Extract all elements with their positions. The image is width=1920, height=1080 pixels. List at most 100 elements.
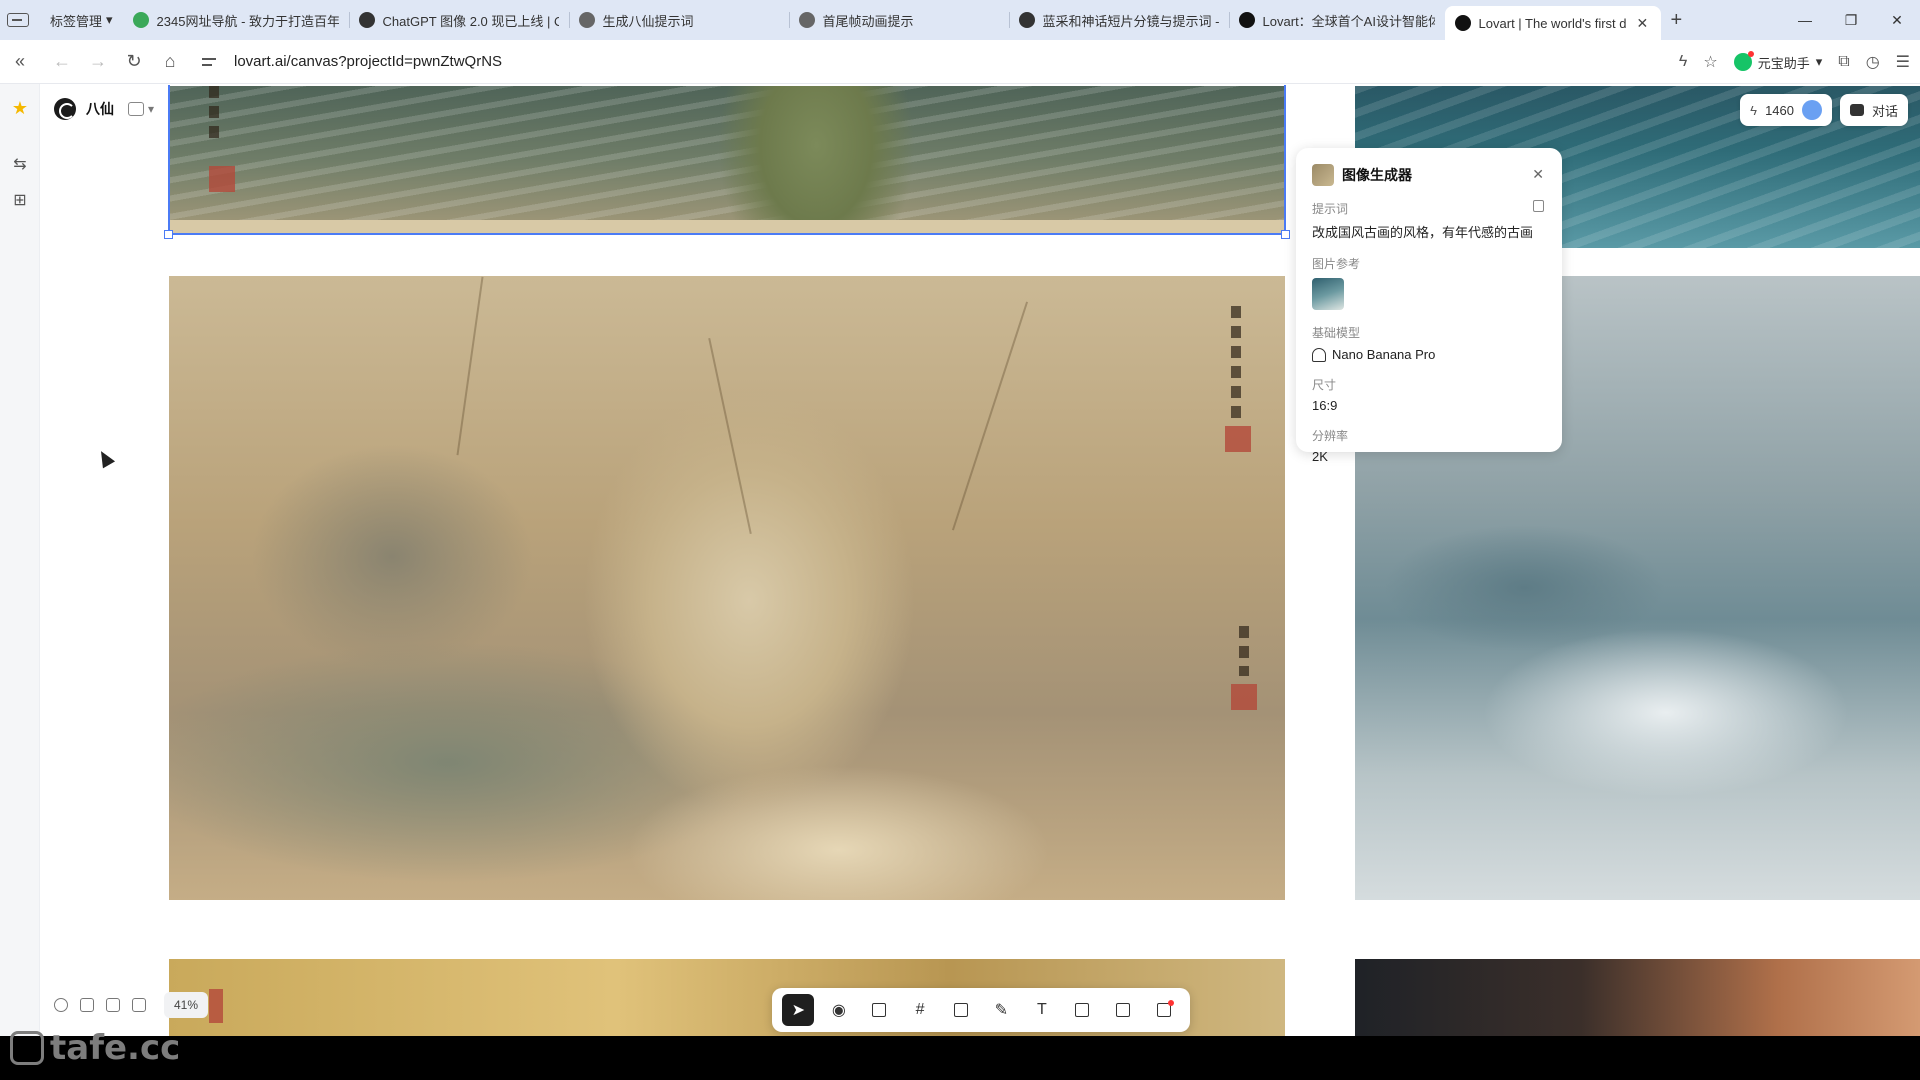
tab-label: ChatGPT 图像 2.0 现已上线 | Op (382, 13, 559, 29)
yuanbao-icon (1733, 51, 1754, 71)
assets-icon[interactable] (106, 998, 120, 1012)
copy-icon[interactable] (1533, 200, 1544, 212)
bolt-icon: ϟ (1750, 102, 1758, 118)
paper-crack (456, 276, 484, 456)
library-icon[interactable] (132, 998, 146, 1012)
paper-crack (951, 301, 1029, 531)
new-tab-button[interactable]: + (1671, 9, 1683, 32)
select-tool[interactable]: ➤ (782, 994, 815, 1026)
prompt-label: 提示词 (1312, 202, 1349, 216)
reference-image-thumbnail[interactable] (1312, 278, 1344, 310)
model-icon (1312, 347, 1326, 362)
swap-icon[interactable]: ⇆ (0, 146, 40, 182)
tab-favicon-icon (578, 12, 595, 28)
image-upload-tool[interactable] (863, 994, 895, 1026)
layers-icon[interactable] (80, 998, 94, 1012)
rectangle-icon (953, 1003, 968, 1017)
prompt-value: 改成国风古画的风格，有年代感的古画 (1312, 225, 1534, 240)
collapse-sidebar-icon[interactable]: « (2, 44, 38, 80)
lovart-logo-icon[interactable] (54, 98, 76, 120)
bookmark-star-icon[interactable]: ☆ (1703, 52, 1717, 72)
seal-stamp (1231, 684, 1257, 710)
tab-group-button[interactable]: 标签管理 ▾ (36, 0, 123, 40)
tab-group-label: 标签管理 (50, 13, 103, 29)
resolution-label: 分辨率 (1312, 429, 1349, 443)
selection-frame[interactable] (164, 85, 1290, 239)
restore-icon[interactable]: ❐ (1828, 0, 1874, 40)
seal-stamp (1225, 426, 1251, 452)
favorites-star-icon[interactable]: ★ (0, 90, 40, 126)
browser-menu-icon[interactable]: ☰ (1896, 52, 1910, 72)
extensions-icon[interactable]: ⧉ (1838, 53, 1849, 71)
generator-header: 图像生成器 ✕ (1312, 164, 1546, 186)
artwork-bottom-right[interactable] (1355, 959, 1920, 1036)
forward-icon[interactable]: → (80, 44, 116, 80)
tab-actions-menu[interactable] (0, 0, 36, 40)
frame-icon: # (915, 1001, 925, 1018)
add-panel-icon[interactable]: ⊞ (0, 182, 40, 218)
circle-icon[interactable] (54, 998, 68, 1012)
lightning-icon[interactable]: ϟ (1679, 53, 1687, 71)
chat-button[interactable]: 对话 (1839, 94, 1908, 126)
watermark-text: tafe.cc (50, 1028, 181, 1068)
reload-icon[interactable]: ↻ (116, 44, 152, 80)
tab-favicon-icon (1454, 15, 1471, 31)
tab-2345[interactable]: 2345网址导航 - 致力于打造百年 (123, 0, 349, 40)
close-window-icon[interactable]: ✕ (1874, 0, 1920, 40)
history-icon[interactable]: ◷ (1866, 52, 1880, 72)
resize-handle[interactable] (164, 230, 173, 239)
tab-favicon-icon (798, 12, 815, 28)
chat-icon (1849, 104, 1864, 116)
tab-label: 生成八仙提示词 (602, 13, 694, 29)
home-icon[interactable]: ⌂ (152, 44, 188, 80)
image-generator-panel: 图像生成器 ✕ 提示词 改成国风古画的风格，有年代感的古画 图片参考 基础模型 … (1296, 148, 1562, 464)
ai-canvas-tool[interactable] (1148, 994, 1180, 1026)
design-canvas[interactable]: 八仙 ▾ ϟ 1460 对话 图像生成器 ✕ 提示词 改成国风古画的风格，有年代… (40, 84, 1920, 1036)
tab-lovart-cn[interactable]: Lovart：全球首个AI设计智能体 (1228, 0, 1445, 40)
pen-tool[interactable]: ✎ (985, 994, 1017, 1026)
credits-pill[interactable]: ϟ 1460 (1740, 94, 1832, 126)
text-icon: T (1036, 1001, 1047, 1018)
generator-thumbnail (1312, 164, 1334, 186)
tab-label: Lovart | The world's first d (1478, 15, 1627, 31)
tab-chatgpt[interactable]: ChatGPT 图像 2.0 现已上线 | Op (348, 0, 569, 40)
tab-first-last-frame[interactable]: 首尾帧动画提示 (788, 0, 1009, 40)
ai-generate-icon (1156, 1000, 1174, 1017)
artwork-main-immortal-on-donkey[interactable] (169, 276, 1285, 900)
mark-tool[interactable]: ◉ (823, 994, 855, 1026)
prompt-label-row: 提示词 (1312, 200, 1546, 217)
resize-handle[interactable] (1281, 230, 1290, 239)
project-header[interactable]: 八仙 ▾ (54, 98, 154, 120)
zoom-level[interactable]: 41% (164, 992, 209, 1018)
tab-baxian-prompt[interactable]: 生成八仙提示词 (568, 0, 789, 40)
bottom-left-controls: 41% (54, 992, 209, 1018)
tab-lovart-active[interactable]: Lovart | The world's first d ✕ (1444, 6, 1661, 40)
yuanbao-label: 元宝助手 (1757, 55, 1810, 71)
tab-favicon-icon (1018, 12, 1035, 28)
close-icon[interactable]: ✕ (1532, 166, 1544, 183)
project-menu[interactable]: ▾ (128, 102, 154, 116)
image-generator-tool[interactable] (1066, 994, 1098, 1026)
close-tab-icon[interactable]: ✕ (1637, 15, 1649, 32)
image-menu-icon (128, 102, 144, 116)
tab-lancaihe[interactable]: 蓝采和神话短片分镜与提示词 - (1008, 0, 1229, 40)
back-icon[interactable]: ← (44, 44, 80, 80)
minimize-icon[interactable]: — (1782, 0, 1828, 40)
tab-label: Lovart：全球首个AI设计智能体 (1262, 13, 1435, 29)
site-info-icon[interactable] (202, 55, 220, 69)
chat-label: 对话 (1871, 103, 1898, 119)
chevron-down-icon: ▾ (148, 102, 155, 116)
project-name[interactable]: 八仙 (86, 99, 114, 119)
shape-tool[interactable] (945, 994, 977, 1026)
yuanbao-assistant-button[interactable]: 元宝助手 ▾ (1733, 51, 1823, 72)
frame-tool[interactable]: # (904, 994, 936, 1026)
avatar[interactable] (1801, 100, 1822, 120)
tab-label: 首尾帧动画提示 (822, 13, 914, 29)
image-generate-icon (1075, 1003, 1090, 1017)
text-tool[interactable]: T (1026, 994, 1058, 1026)
video-generator-tool[interactable] (1107, 994, 1139, 1026)
url-field[interactable]: lovart.ai/canvas?projectId=pwnZtwQrNS (202, 53, 502, 70)
chevron-down-icon: ▾ (1815, 54, 1823, 69)
resolution-value: 2K (1312, 449, 1328, 464)
canvas-toolbar: ➤ ◉ # ✎ T (772, 988, 1190, 1032)
